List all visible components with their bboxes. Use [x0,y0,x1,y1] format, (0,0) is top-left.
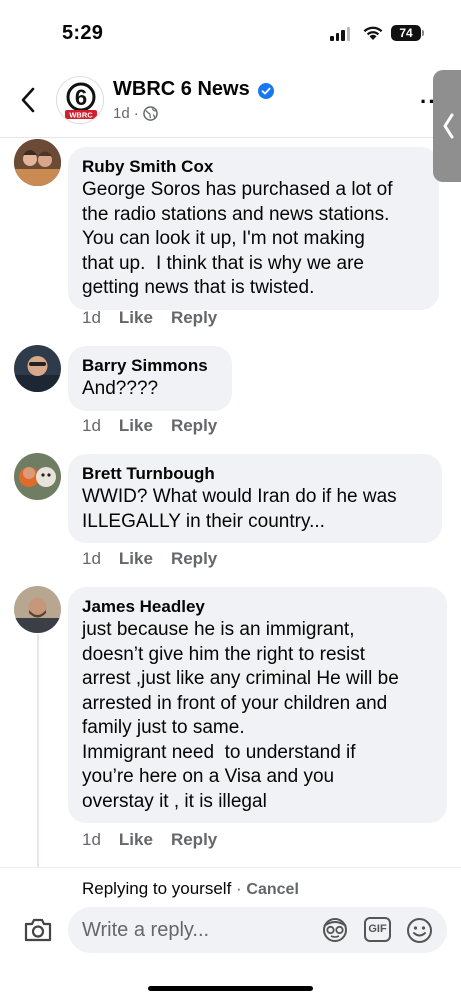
gif-icon[interactable]: GIF [364,917,391,942]
avatar[interactable] [14,453,61,500]
like-button[interactable]: Like [119,830,153,850]
post-header: 6 WBRC WBRC 6 News 1d · ·· [0,66,461,138]
camera-icon[interactable] [23,917,53,943]
like-button[interactable]: Like [119,416,153,436]
comment-actions: 1d Like Reply [82,549,217,569]
chevron-left-icon [21,87,35,113]
avatar-photo [14,453,61,500]
post-time: 1d [113,105,130,122]
avatar[interactable] [14,586,61,633]
post-meta: 1d · [113,105,158,122]
comment-text: George Soros has purchased a lot of the … [82,179,393,298]
avatar[interactable] [14,139,61,186]
reply-placeholder: Write a reply... [82,919,210,941]
status-bar: 5:29 74 [0,0,461,66]
reply-composer: Replying to yourself · Cancel Write a re… [0,867,461,1000]
comment-author[interactable]: Brett Turnbough [82,463,428,485]
cellular-signal-icon [330,27,350,41]
avatar-photo [14,586,61,633]
reply-button[interactable]: Reply [171,830,217,850]
comment-author[interactable]: James Headley [82,596,433,618]
status-time: 5:29 [62,22,104,44]
replying-separator: · [231,879,247,898]
home-indicator [148,986,313,991]
comments-list: Ruby Smith Cox George Soros has purchase… [0,139,461,867]
avatar-photo [14,139,61,186]
back-button[interactable] [14,86,42,114]
globe-icon [142,106,158,121]
avatar-photo [14,345,61,392]
comment-actions: 1d Like Reply [82,308,217,328]
verified-badge-icon [258,83,274,99]
reply-button[interactable]: Reply [171,549,217,569]
like-button[interactable]: Like [119,549,153,569]
comment-author[interactable]: Barry Simmons [82,355,218,377]
reply-button[interactable]: Reply [171,308,217,328]
wifi-icon [363,26,383,40]
reply-thread-line [37,634,39,867]
battery-icon: 74 [391,25,421,41]
comment-time: 1d [82,549,101,568]
comment-actions: 1d Like Reply [82,416,217,436]
cancel-reply-button[interactable]: Cancel [246,881,298,898]
reply-button[interactable]: Reply [171,416,217,436]
like-button[interactable]: Like [119,308,153,328]
page-name[interactable]: WBRC 6 News [113,78,250,101]
comment-actions: 1d Like Reply [82,830,217,850]
comment-author[interactable]: Ruby Smith Cox [82,156,425,178]
comment-text: WWID? What would Iran do if he was ILLEG… [82,486,397,532]
side-panel-tab[interactable] [433,70,461,182]
comment-time: 1d [82,416,101,435]
meta-separator: · [133,105,139,122]
comment-bubble[interactable]: Brett Turnbough WWID? What would Iran do… [68,454,442,543]
comment-bubble[interactable]: Barry Simmons And???? [68,346,232,411]
chevron-left-icon [443,113,454,139]
avatar[interactable] [14,345,61,392]
avatar-sticker-icon[interactable] [321,917,349,943]
comment-text: And???? [82,378,159,399]
logo-text: WBRC [69,111,93,120]
wbrc-logo: 6 WBRC [65,82,97,120]
comment-bubble[interactable]: Ruby Smith Cox George Soros has purchase… [68,147,439,310]
replying-to-bar: Replying to yourself · Cancel [82,879,299,899]
replying-to-label: Replying to yourself [82,879,232,898]
reply-input[interactable]: Write a reply... GIF [68,907,447,953]
comment-text: just because he is an immigrant, doesn’t… [82,619,399,812]
comment-time: 1d [82,830,101,849]
emoji-icon[interactable] [406,917,433,944]
comment-bubble[interactable]: James Headley just because he is an immi… [68,587,447,823]
logo-digit: 6 [75,85,87,110]
comment-time: 1d [82,308,101,327]
battery-tip [422,30,424,36]
page-avatar[interactable]: 6 WBRC [56,76,104,124]
